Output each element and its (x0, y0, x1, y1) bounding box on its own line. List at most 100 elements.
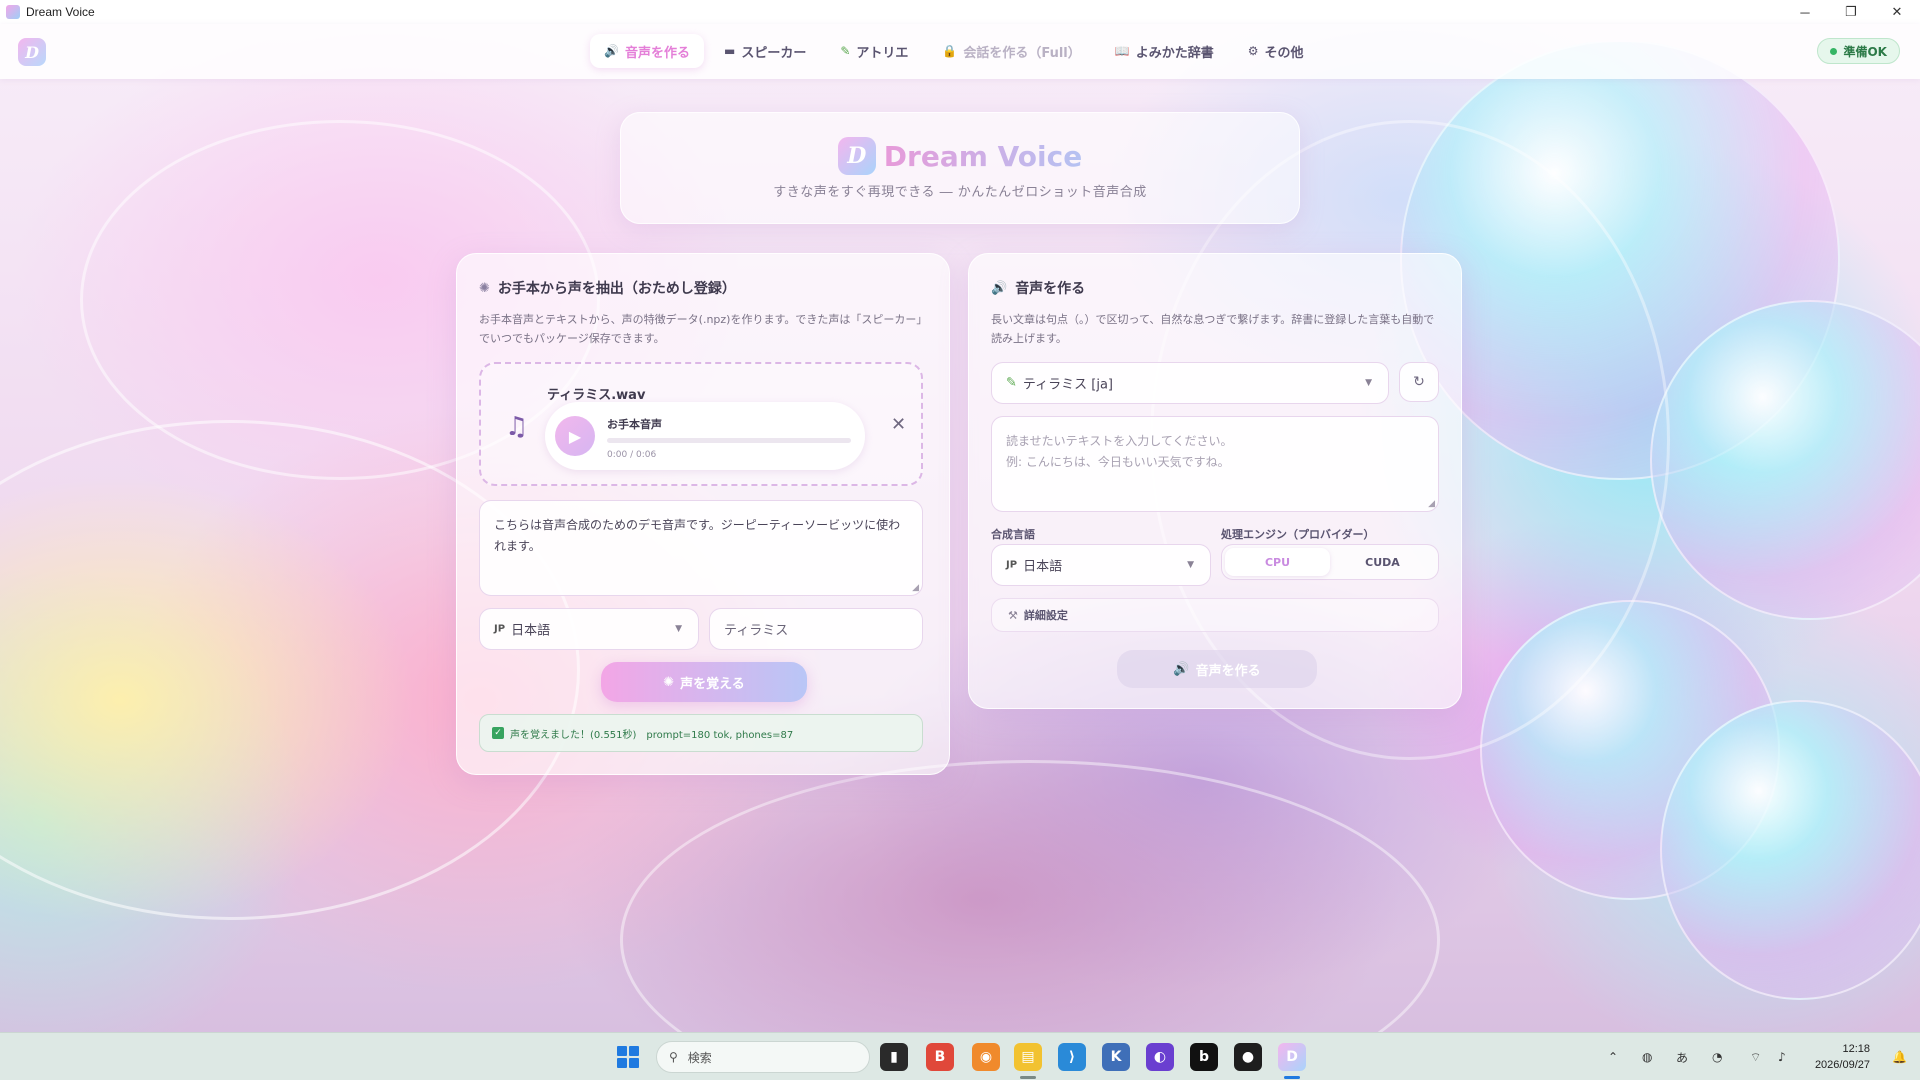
transcript-text: こちらは音声合成のためのデモ音声です。ジーピーティーソービッツに使われます。 (494, 518, 901, 553)
extract-voice-panel: ✺ お手本から声を抽出（おためし登録） お手本音声とテキストから、声の特徴データ… (456, 253, 950, 775)
app-logo[interactable]: D (18, 38, 46, 66)
task-view-icon[interactable]: ▮ (880, 1043, 908, 1071)
speaker-name-input[interactable]: ティラミス (709, 608, 923, 650)
ime-icon[interactable]: あ (1676, 1033, 1688, 1080)
resize-handle-icon[interactable]: ◢ (912, 583, 919, 593)
tab-conversation[interactable]: 🔒 会話を作る（Full） (928, 34, 1094, 68)
placeholder-line: 読ませたいテキストを入力してください。 (1006, 434, 1233, 448)
engine-toggle: CPU CUDA (1221, 544, 1439, 580)
synthesize-panel: 🔊 音声を作る 長い文章は句点（。）で区切って、自然な息つぎで繋げます。辞書に登… (968, 253, 1462, 709)
file-name: ティラミス.wav (547, 388, 646, 403)
tab-other[interactable]: ⚙ その他 (1234, 34, 1318, 68)
tray-chevron-up-icon[interactable]: ⌃ (1608, 1033, 1618, 1080)
tab-label: アトリエ (856, 45, 909, 61)
panel-description: お手本音声とテキストから、声の特徴データ(.npz)を作ります。できた声は「スピ… (479, 313, 922, 345)
synthesize-button[interactable]: 🔊 音声を作る (1117, 650, 1317, 688)
remove-file-button[interactable]: ✕ (891, 414, 906, 435)
hero-title: Dream Voice (883, 139, 1083, 173)
app-icon[interactable]: b (1190, 1043, 1218, 1071)
kde-connect-icon[interactable]: K (1102, 1043, 1130, 1071)
status-dot-icon (1830, 47, 1838, 55)
restore-icon[interactable]: ❐ (1828, 0, 1874, 24)
status-badge-label: 準備OK (1843, 44, 1887, 59)
panel-title-text: 音声を作る (1015, 281, 1086, 297)
tab-label: その他 (1264, 45, 1304, 61)
engine-option-cpu[interactable]: CPU (1225, 548, 1330, 576)
bubble-decoration (1660, 700, 1920, 1000)
close-window-icon[interactable]: ✕ (1874, 0, 1920, 24)
transcript-textarea[interactable]: こちらは音声合成のためのデモ音声です。ジーピーティーソービッツに使われます。 ◢ (479, 500, 923, 596)
obs-icon[interactable]: ● (1234, 1043, 1262, 1071)
blender-icon[interactable]: ◉ (972, 1043, 1000, 1071)
panel-title: ✺ お手本から声を抽出（おためし登録） (479, 278, 736, 298)
details-label: 詳細設定 (1023, 609, 1068, 622)
synth-language-select[interactable]: JP 日本語 ▼ (991, 544, 1211, 586)
active-indicator (1020, 1076, 1036, 1079)
sparkle-icon: ✺ (663, 674, 675, 690)
vscode-icon[interactable]: ⟩ (1058, 1043, 1086, 1071)
chevron-down-icon: ▼ (675, 624, 682, 634)
volume-icon[interactable]: ♪ (1778, 1033, 1786, 1080)
placeholder-line: 例: こんにちは、今日もいい天気ですね。 (1006, 455, 1230, 469)
file-explorer-icon[interactable]: ▤ (1014, 1043, 1042, 1071)
pencil-icon: ✎ (1006, 375, 1017, 391)
chevron-down-icon: ▼ (1365, 378, 1372, 388)
hero-logo: D (837, 137, 876, 175)
button-label: 音声を作る (1195, 663, 1261, 679)
window-titlebar: Dream Voice ─ ❐ ✕ (0, 0, 1920, 24)
advanced-settings-toggle[interactable]: ⚒ 詳細設定 (991, 598, 1439, 632)
speaker-name-value: ティラミス (724, 623, 789, 639)
hero-subtitle: すきな声をすぐ再現できる ― かんたんゼロショット音声合成 (773, 185, 1147, 200)
active-indicator (1284, 1076, 1300, 1079)
tray-app-icon[interactable]: ◔ (1712, 1033, 1722, 1080)
pencil-icon: ✎ (840, 44, 851, 58)
light-streak (620, 760, 1440, 1032)
search-placeholder: 検索 (687, 1050, 712, 1065)
audio-player: ▶ お手本音声 0:00 / 0:06 (545, 402, 865, 470)
tab-create-voice[interactable]: 🔊 音声を作る (590, 34, 704, 68)
tab-label: スピーカー (741, 45, 807, 61)
taskbar-clock[interactable]: 12:18 2026/09/27 (1815, 1041, 1870, 1073)
panel-description: 長い文章は句点（。）で区切って、自然な息つぎで繋げます。辞書に登録した言葉も自動… (991, 313, 1435, 345)
app-icon[interactable]: ◐ (1146, 1043, 1174, 1071)
wifi-icon[interactable]: ⌔ (1750, 1033, 1761, 1080)
audio-dropzone[interactable]: ティラミス.wav ♫ ▶ お手本音声 0:00 / 0:06 ✕ (479, 362, 923, 486)
nav-tabs: 🔊 音声を作る ▬ スピーカー ✎ アトリエ 🔒 会話を作る（Full） 📖 よ… (590, 34, 1318, 68)
tray-app-icon[interactable]: ◍ (1642, 1033, 1652, 1080)
speaker-select[interactable]: ✎ ティラミス [ja] ▼ (991, 362, 1389, 404)
tab-dictionary[interactable]: 📖 よみかた辞書 (1101, 34, 1228, 68)
learn-voice-button[interactable]: ✺ 声を覚える (601, 662, 807, 702)
language-value: 日本語 (1023, 559, 1063, 575)
minimize-icon[interactable]: ─ (1782, 0, 1828, 24)
search-icon: ⚲ (669, 1050, 678, 1064)
tab-speaker[interactable]: ▬ スピーカー (710, 34, 820, 68)
tab-atelier[interactable]: ✎ アトリエ (826, 34, 922, 68)
sparkle-icon: ✺ (479, 280, 490, 296)
player-seekbar[interactable] (607, 438, 851, 443)
play-button[interactable]: ▶ (555, 416, 595, 456)
taskbar-search[interactable]: ⚲ 検索 (656, 1041, 870, 1073)
clock-date: 2026/09/27 (1814, 1059, 1870, 1071)
resize-handle-icon[interactable]: ◢ (1428, 499, 1435, 509)
notification-bell-icon[interactable]: 🔔 (1892, 1033, 1907, 1080)
panel-title-text: お手本から声を抽出（おためし登録） (497, 281, 736, 297)
folder-icon: ▬ (723, 44, 736, 58)
taskbar: ⚲ 検索 ▮ B ◉ ▤ ⟩ K ◐ b ● D ⌃ ◍ あ ◔ ⌔ ♪ 12:… (0, 1032, 1920, 1080)
panel-title: 🔊 音声を作る (991, 278, 1085, 298)
top-nav: D 🔊 音声を作る ▬ スピーカー ✎ アトリエ 🔒 会話を作る（Full） 📖… (0, 24, 1920, 79)
speaker-value: ティラミス [ja] (1022, 377, 1113, 393)
windows-start-icon[interactable] (617, 1046, 639, 1068)
language-select[interactable]: JP 日本語 ▼ (479, 608, 699, 650)
dream-voice-taskbar-icon[interactable]: D (1278, 1043, 1306, 1071)
brave-browser-icon[interactable]: B (926, 1043, 954, 1071)
engine-option-cuda[interactable]: CUDA (1330, 548, 1435, 576)
app-icon (6, 5, 20, 19)
refresh-button[interactable]: ↻ (1399, 362, 1439, 402)
music-note-icon: ♫ (505, 412, 529, 442)
tab-label: よみかた辞書 (1135, 45, 1214, 61)
text-input-area[interactable]: 読ませたいテキストを入力してください。 例: こんにちは、今日もいい天気ですね。… (991, 416, 1439, 512)
tab-label: 会話を作る（Full） (963, 45, 1081, 61)
status-badge: 準備OK (1817, 38, 1900, 64)
player-time: 0:00 / 0:06 (607, 450, 657, 460)
clock-time: 12:18 (1842, 1043, 1870, 1055)
